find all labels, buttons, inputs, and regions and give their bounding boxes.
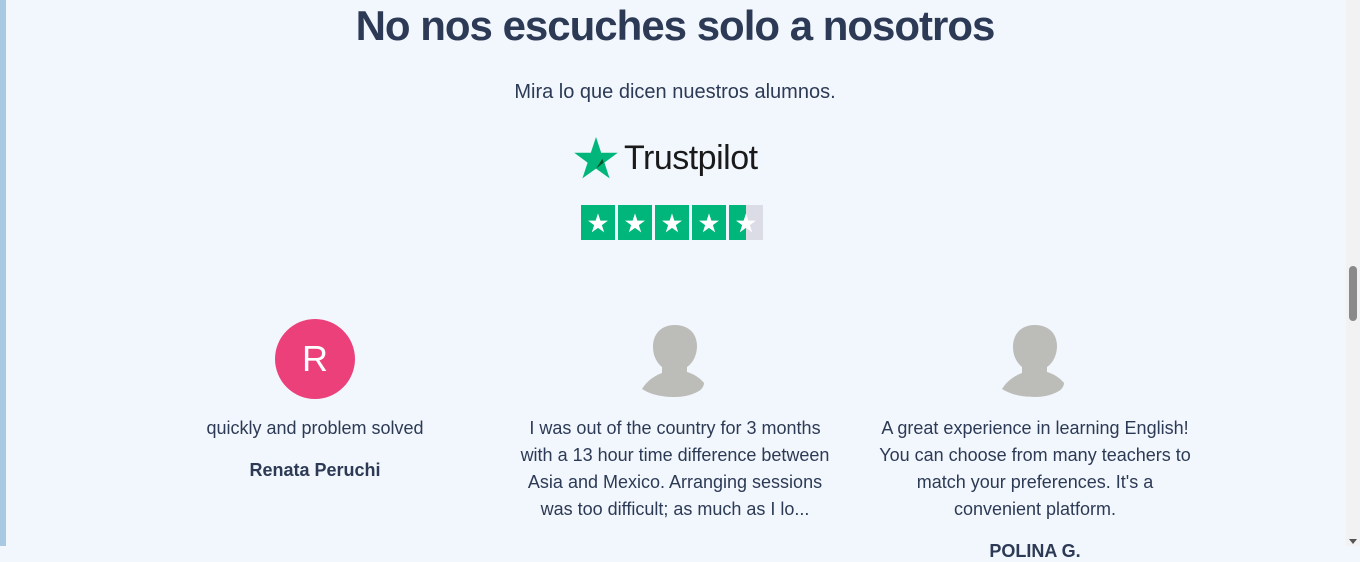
trustpilot-logo[interactable]: Trustpilot	[572, 133, 758, 183]
review-card: R quickly and problem solved Renata Peru…	[155, 319, 475, 481]
review-text: A great experience in learning English! …	[879, 418, 1191, 519]
rating-star-half-icon	[729, 205, 763, 240]
review-text: quickly and problem solved	[206, 418, 424, 438]
avatar: R	[275, 319, 355, 399]
trustpilot-wordmark: Trustpilot	[624, 138, 758, 177]
section-subtitle: Mira lo que dicen nuestros alumnos.	[514, 81, 836, 103]
scroll-down-arrow-icon[interactable]	[1349, 539, 1357, 544]
trustpilot-rating	[581, 205, 763, 240]
rating-star-4-icon	[692, 205, 726, 240]
review-card: A great experience in learning English! …	[875, 319, 1195, 562]
rating-star-3-icon	[655, 205, 689, 240]
section-title: No nos escuches solo a nosotros	[355, 2, 996, 49]
rating-star-1-icon	[581, 205, 615, 240]
trustpilot-star-icon	[572, 134, 620, 182]
review-text: I was out of the country for 3 months wi…	[520, 418, 830, 519]
generic-avatar-icon	[995, 319, 1075, 399]
generic-avatar-icon	[635, 319, 715, 399]
rating-star-2-icon	[618, 205, 652, 240]
review-card: I was out of the country for 3 months wi…	[515, 319, 835, 523]
page-scrollbar[interactable]	[1346, 0, 1360, 546]
review-author: Renata Peruchi	[249, 460, 381, 480]
scrollbar-thumb[interactable]	[1349, 266, 1357, 321]
review-author: POLINA G.	[989, 541, 1081, 561]
